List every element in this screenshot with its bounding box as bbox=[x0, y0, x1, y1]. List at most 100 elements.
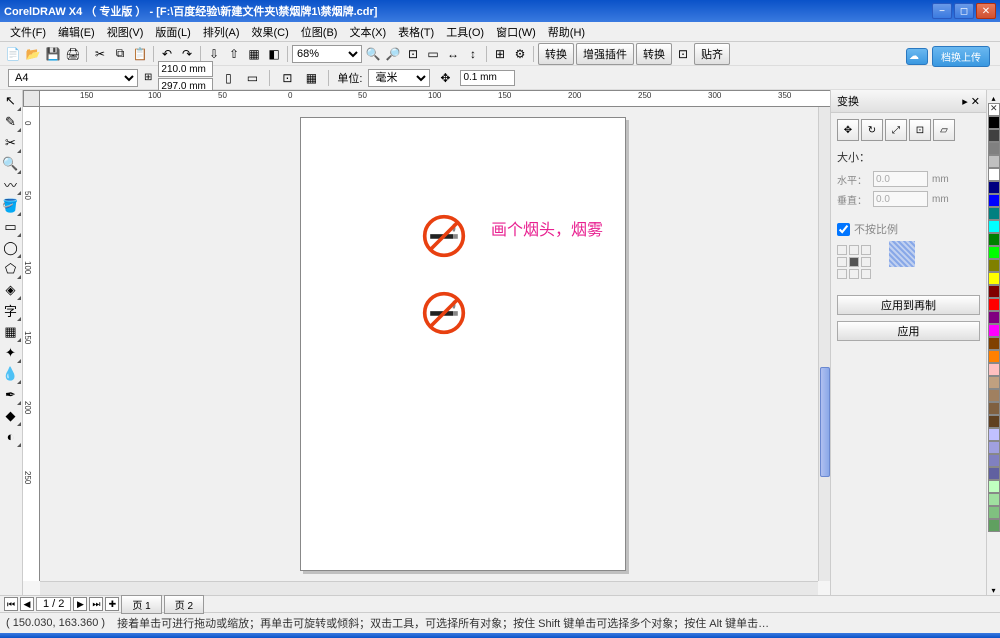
docker-header[interactable]: 变换 ▸ ✕ bbox=[831, 90, 986, 113]
welcome-icon[interactable]: ◧ bbox=[265, 45, 283, 63]
shape-tool-icon[interactable]: ✎ bbox=[0, 111, 21, 132]
page-tab-2[interactable]: 页 2 bbox=[164, 595, 204, 614]
redo-icon[interactable]: ↷ bbox=[178, 45, 196, 63]
ruler-corner[interactable] bbox=[23, 90, 40, 107]
menu-effects[interactable]: 效果(C) bbox=[246, 22, 295, 42]
page[interactable]: 画个烟头，烟雾 bbox=[300, 117, 626, 571]
docker-close-icon[interactable]: ▸ ✕ bbox=[962, 95, 980, 108]
unit-select[interactable]: 毫米 bbox=[368, 69, 430, 87]
color-swatch[interactable] bbox=[988, 415, 1000, 428]
interactive-fill-icon[interactable]: ◐ bbox=[0, 426, 21, 447]
page-tab-1[interactable]: 页 1 bbox=[121, 595, 161, 614]
cloud-icon[interactable]: ☁ bbox=[906, 48, 928, 65]
app-launcher-icon[interactable]: ▦ bbox=[245, 45, 263, 63]
v-input[interactable] bbox=[873, 191, 928, 207]
page-width-input[interactable] bbox=[158, 61, 213, 77]
apply-button[interactable]: 应用 bbox=[837, 321, 980, 341]
color-swatch[interactable] bbox=[988, 285, 1000, 298]
add-page-icon[interactable]: ✚ bbox=[105, 597, 119, 611]
polygon-tool-icon[interactable]: ⬠ bbox=[0, 258, 21, 279]
paste-icon[interactable]: 📋 bbox=[131, 45, 149, 63]
page-size-select[interactable]: A4 bbox=[8, 69, 138, 87]
eyedropper-tool-icon[interactable]: 💧 bbox=[0, 363, 21, 384]
color-swatch[interactable] bbox=[988, 376, 1000, 389]
no-smoking-sign-1[interactable] bbox=[421, 213, 467, 259]
snap-button[interactable]: 贴齐 bbox=[694, 43, 730, 65]
snap-icon[interactable]: ⊞ bbox=[491, 45, 509, 63]
color-swatch[interactable] bbox=[988, 298, 1000, 311]
zoom-page-icon[interactable]: ▭ bbox=[424, 45, 442, 63]
page-setup-icon[interactable]: ⊡ bbox=[278, 69, 296, 87]
interactive-tool-icon[interactable]: ✦ bbox=[0, 342, 21, 363]
position-icon[interactable]: ✥ bbox=[837, 119, 859, 141]
color-swatch[interactable] bbox=[988, 480, 1000, 493]
pick-tool-icon[interactable]: ↖ bbox=[0, 90, 21, 111]
color-swatch[interactable] bbox=[988, 350, 1000, 363]
color-swatch[interactable] bbox=[988, 467, 1000, 480]
ruler-horizontal[interactable]: 150 100 50 0 50 100 150 200 250 300 350 bbox=[40, 90, 830, 107]
menu-layout[interactable]: 版面(L) bbox=[149, 22, 196, 42]
color-swatch[interactable] bbox=[988, 493, 1000, 506]
prev-page-icon[interactable]: ◀ bbox=[20, 597, 34, 611]
apply-copy-button[interactable]: 应用到再制 bbox=[837, 295, 980, 315]
menu-window[interactable]: 窗口(W) bbox=[490, 22, 542, 42]
color-swatch[interactable] bbox=[988, 155, 1000, 168]
page-container[interactable]: 画个烟头，烟雾 bbox=[40, 107, 818, 581]
scrollbar-vertical[interactable] bbox=[818, 107, 830, 581]
color-swatch[interactable] bbox=[988, 441, 1000, 454]
zoom-width-icon[interactable]: ↔ bbox=[444, 45, 462, 63]
upload-button[interactable]: 档换上传 bbox=[932, 46, 990, 67]
scrollbar-horizontal[interactable] bbox=[40, 581, 818, 595]
no-fill-swatch[interactable] bbox=[988, 103, 1000, 116]
color-swatch[interactable] bbox=[988, 168, 1000, 181]
size-icon[interactable]: ⊡ bbox=[909, 119, 931, 141]
menu-help[interactable]: 帮助(H) bbox=[542, 22, 591, 42]
color-swatch[interactable] bbox=[988, 181, 1000, 194]
h-input[interactable] bbox=[873, 171, 928, 187]
color-swatch[interactable] bbox=[988, 519, 1000, 532]
menu-file[interactable]: 文件(F) bbox=[4, 22, 52, 42]
options-icon[interactable]: ⚙ bbox=[511, 45, 529, 63]
color-swatch[interactable] bbox=[988, 194, 1000, 207]
enhance-plugin-button[interactable]: 增强插件 bbox=[576, 43, 634, 65]
color-swatch[interactable] bbox=[988, 259, 1000, 272]
undo-icon[interactable]: ↶ bbox=[158, 45, 176, 63]
proportional-check[interactable]: 不按比例 bbox=[837, 221, 980, 237]
color-swatch[interactable] bbox=[988, 116, 1000, 129]
color-swatch[interactable] bbox=[988, 142, 1000, 155]
skew-icon[interactable]: ▱ bbox=[933, 119, 955, 141]
import-icon[interactable]: ⇩ bbox=[205, 45, 223, 63]
next-page-icon[interactable]: ▶ bbox=[73, 597, 87, 611]
color-swatch[interactable] bbox=[988, 337, 1000, 350]
close-button[interactable]: ✕ bbox=[976, 3, 996, 19]
rectangle-tool-icon[interactable]: ▭ bbox=[0, 216, 21, 237]
convert-button[interactable]: 转换 bbox=[538, 43, 574, 65]
page-bg-icon[interactable]: ▦ bbox=[302, 69, 320, 87]
scale-icon[interactable]: ⤢ bbox=[885, 119, 907, 141]
color-swatch[interactable] bbox=[988, 311, 1000, 324]
last-page-icon[interactable]: ⏭ bbox=[89, 597, 103, 611]
color-swatch[interactable] bbox=[988, 454, 1000, 467]
canvas-area[interactable]: 150 100 50 0 50 100 150 200 250 300 350 … bbox=[23, 90, 830, 595]
new-icon[interactable]: 📄 bbox=[4, 45, 22, 63]
menu-arrange[interactable]: 排列(A) bbox=[197, 22, 246, 42]
rotate-icon[interactable]: ↻ bbox=[861, 119, 883, 141]
color-swatch[interactable] bbox=[988, 389, 1000, 402]
color-swatch[interactable] bbox=[988, 506, 1000, 519]
menu-text[interactable]: 文本(X) bbox=[343, 22, 392, 42]
menu-bitmap[interactable]: 位图(B) bbox=[295, 22, 344, 42]
print-icon[interactable]: 🖨 bbox=[64, 45, 82, 63]
menu-table[interactable]: 表格(T) bbox=[392, 22, 440, 42]
smart-fill-icon[interactable]: 🪣 bbox=[0, 195, 21, 216]
menu-edit[interactable]: 编辑(E) bbox=[52, 22, 101, 42]
color-swatch[interactable] bbox=[988, 129, 1000, 142]
open-icon[interactable]: 📂 bbox=[24, 45, 42, 63]
zoom-out-icon[interactable]: 🔎 bbox=[384, 45, 402, 63]
cut-icon[interactable]: ✂ bbox=[91, 45, 109, 63]
zoom-fit-icon[interactable]: ⊡ bbox=[404, 45, 422, 63]
proportional-checkbox[interactable] bbox=[837, 223, 850, 236]
palette-down-icon[interactable]: ▾ bbox=[987, 586, 1000, 595]
color-swatch[interactable] bbox=[988, 207, 1000, 220]
menu-view[interactable]: 视图(V) bbox=[101, 22, 150, 42]
color-swatch[interactable] bbox=[988, 246, 1000, 259]
